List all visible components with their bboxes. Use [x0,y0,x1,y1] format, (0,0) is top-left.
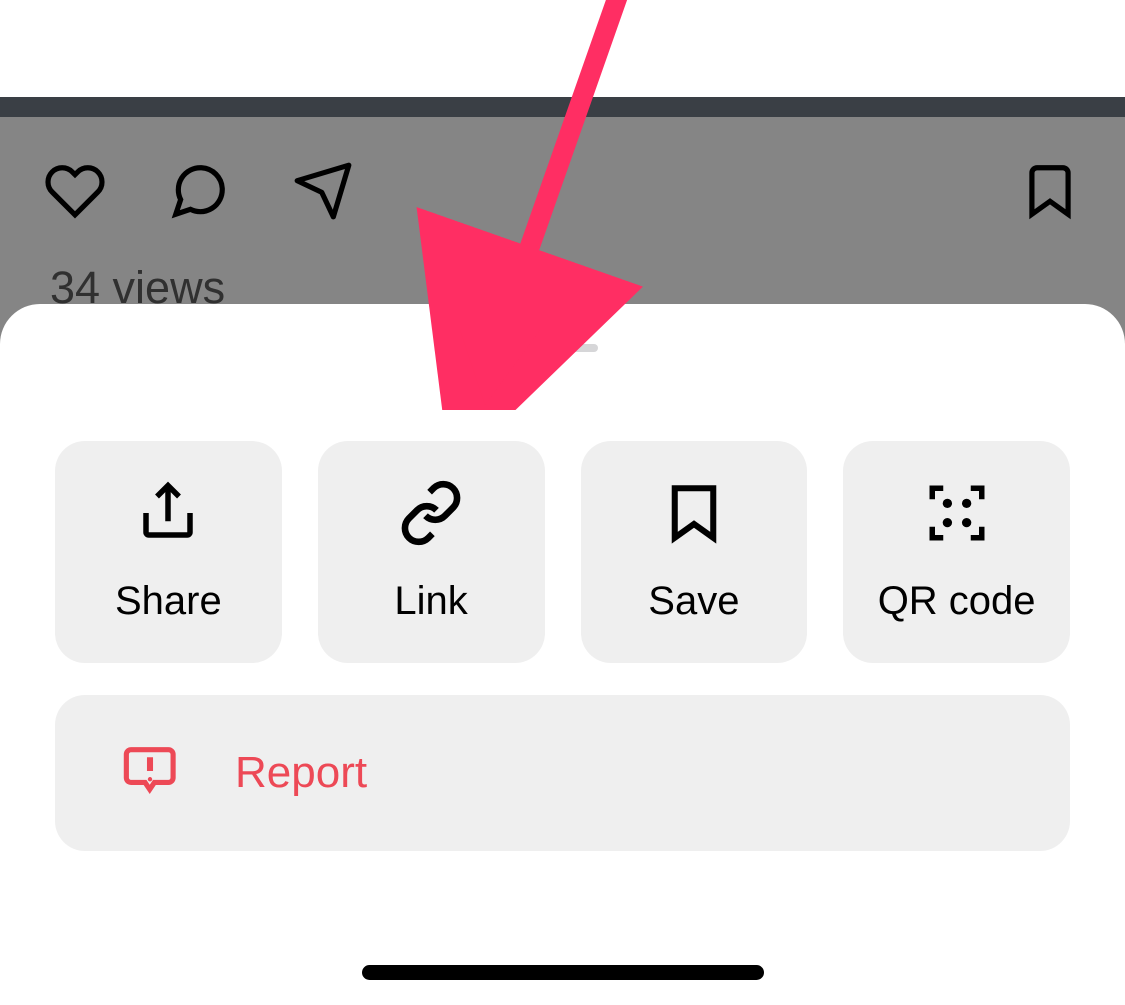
qr-code-icon [924,480,990,551]
post-action-left-group [44,160,354,227]
link-button[interactable]: Link [318,441,545,663]
report-label: Report [235,748,367,798]
bottom-sheet: Share Link Save QR code Report [0,304,1125,1005]
home-indicator[interactable] [362,965,764,980]
save-label: Save [648,579,739,624]
share-icon [135,480,201,551]
qr-code-button[interactable]: QR code [843,441,1070,663]
share-label: Share [115,579,222,624]
comment-icon[interactable] [168,160,230,227]
share-button[interactable]: Share [55,441,282,663]
post-action-bar [0,160,1125,227]
sheet-grab-handle[interactable] [528,344,598,352]
save-button[interactable]: Save [581,441,808,663]
report-button[interactable]: Report [55,695,1070,851]
qr-code-label: QR code [878,579,1036,624]
bookmark-icon[interactable] [1019,160,1081,227]
save-icon [661,480,727,551]
dark-media-edge [0,97,1125,117]
direct-message-icon[interactable] [292,160,354,227]
sheet-action-grid: Share Link Save QR code [0,352,1125,663]
like-icon[interactable] [44,160,106,227]
link-icon [398,480,464,551]
report-icon [117,738,183,809]
link-label: Link [394,579,467,624]
